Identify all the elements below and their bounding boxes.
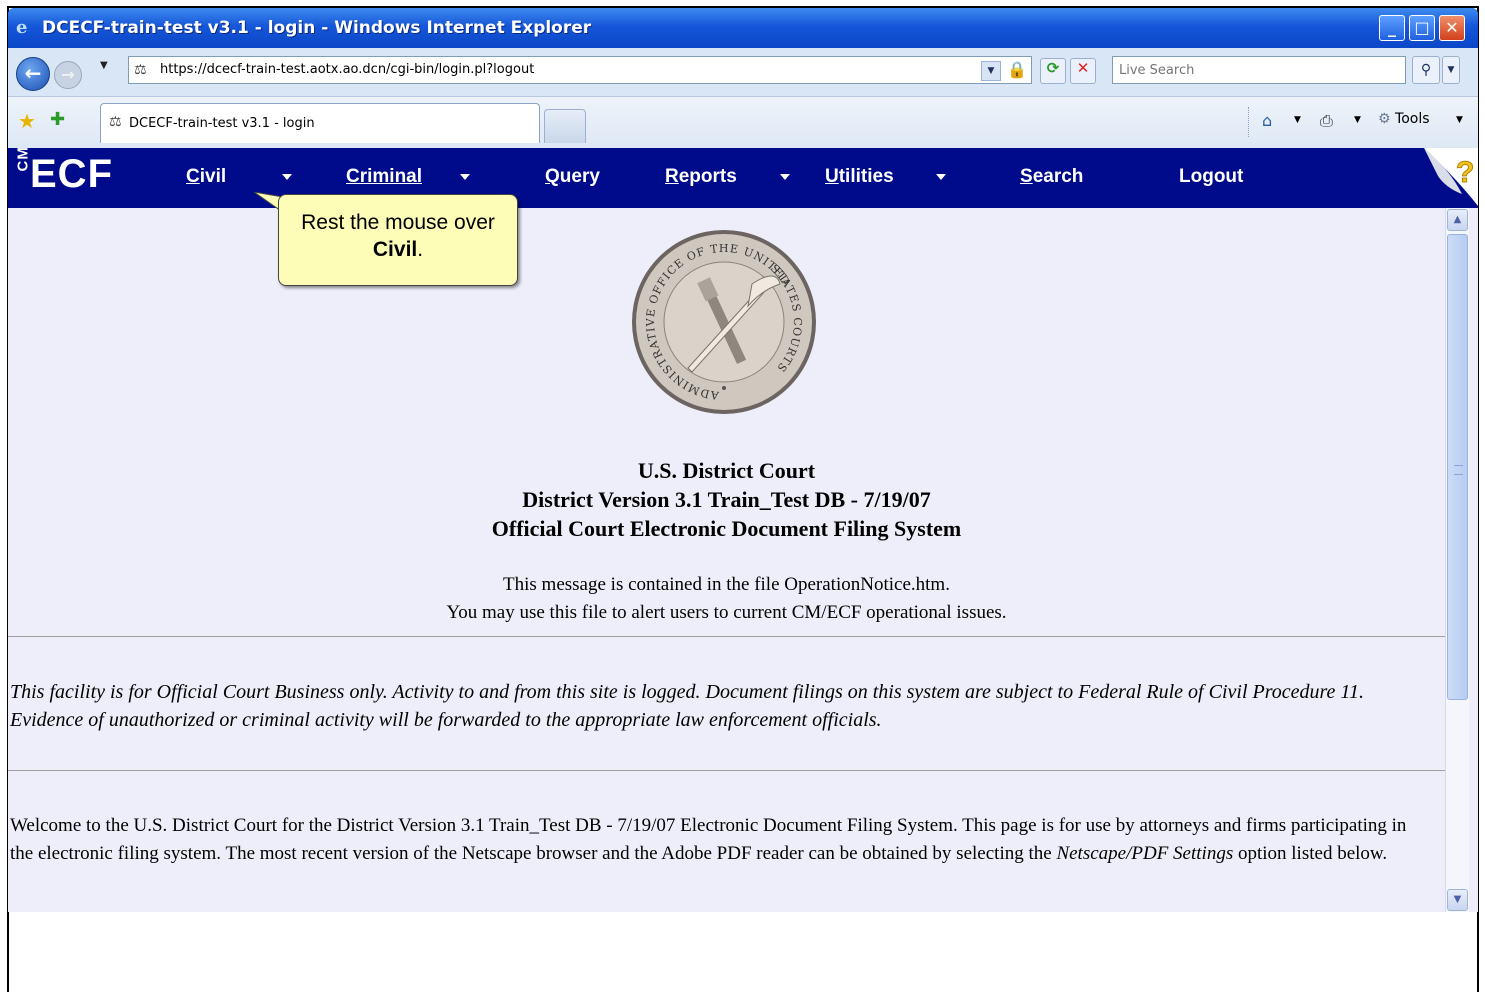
logo-text: ECF	[30, 152, 113, 196]
civil-dropdown-icon[interactable]	[282, 174, 292, 180]
menu-search[interactable]: Search	[1020, 166, 1083, 188]
tab-scales-icon: ⚖	[109, 114, 122, 130]
callout-civil: Civil	[372, 238, 418, 261]
url-text[interactable]: https://dcecf-train-test.aotx.ao.dcn/cgi…	[160, 62, 534, 77]
menu-reports[interactable]: Reports	[665, 166, 737, 188]
minimize-icon: _	[1388, 18, 1396, 37]
live-search-field[interactable]	[1112, 56, 1406, 84]
reports-dropdown-icon[interactable]	[780, 174, 790, 180]
lock-icon[interactable]: 🔒	[1007, 60, 1027, 79]
back-button[interactable]: ←	[16, 57, 50, 91]
print-icon[interactable]: ⎙	[1320, 111, 1333, 131]
site-scales-icon: ⚖	[134, 62, 147, 78]
favorites-star-icon[interactable]: ★	[18, 109, 36, 133]
menu-search-accesskey: S	[1020, 166, 1033, 187]
maximize-icon: □	[1414, 18, 1430, 37]
menu-reports-accesskey: R	[665, 166, 679, 187]
court-title-line1: U.S. District Court	[637, 458, 816, 483]
netscape-pdf-settings-text: Netscape/PDF Settings	[1056, 843, 1234, 864]
callout-line1: Rest the mouse over	[301, 211, 495, 234]
live-search-input[interactable]	[1113, 57, 1405, 83]
minimize-button[interactable]: _	[1379, 15, 1405, 41]
instruction-callout: Rest the mouse over Civil.	[278, 194, 518, 286]
menu-criminal-label: Criminal	[346, 166, 423, 187]
help-question-mark: ?	[1456, 156, 1474, 189]
menu-query[interactable]: Query	[545, 166, 600, 188]
callout-period: .	[417, 238, 424, 261]
gear-icon: ⚙	[1378, 111, 1391, 127]
address-field[interactable]: ⚖ https://dcecf-train-test.aotx.ao.dcn/c…	[128, 56, 1032, 84]
scroll-grip	[1454, 465, 1463, 475]
court-title-line3: Official Court Electronic Document Filin…	[491, 516, 962, 541]
tools-button[interactable]: ⚙ Tools	[1378, 111, 1430, 127]
address-dropdown-icon[interactable]: ▼	[981, 61, 1001, 81]
callout-line2: Civil.	[279, 236, 517, 263]
menu-utilities-accesskey: U	[825, 166, 839, 187]
menu-civil[interactable]: Civil	[186, 166, 226, 188]
menu-reports-label: eports	[678, 166, 737, 187]
vertical-scrollbar[interactable]: ▲ ▼	[1445, 208, 1469, 912]
address-toolbar: ← → ▼ ⚖ https://dcecf-train-test.aotx.ao…	[8, 48, 1478, 102]
administrative-office-seal: OFFICE OF THE UNITED ADMINISTRATIVE STAT…	[632, 230, 816, 414]
menu-logout[interactable]: Logout	[1179, 166, 1243, 188]
scroll-down-arrow-icon[interactable]: ▼	[1447, 889, 1468, 911]
maximize-button[interactable]: □	[1409, 15, 1435, 41]
menu-criminal[interactable]: Criminal	[346, 166, 422, 188]
window-title: DCECF-train-test v3.1 - login - Windows …	[42, 18, 592, 38]
official-use-warning: This facility is for Official Court Busi…	[10, 681, 1364, 731]
utilities-dropdown-icon[interactable]	[936, 174, 946, 180]
divider-bottom	[8, 770, 1445, 771]
logo-prefix: CM	[14, 146, 32, 172]
history-dropdown-icon[interactable]: ▼	[100, 60, 108, 71]
court-title-line2: District Version 3.1 Train_Test DB - 7/1…	[522, 487, 931, 512]
notice-line1: This message is contained in the file Op…	[503, 574, 950, 595]
menu-civil-accesskey: C	[186, 166, 200, 187]
notice-line2: You may use this file to alert users to …	[446, 602, 1007, 623]
stop-button[interactable]: ✕	[1070, 58, 1096, 84]
ecf-menu-bar: CMECF Civil Criminal Query Reports Utili…	[8, 146, 1478, 208]
menu-search-label: earch	[1032, 166, 1084, 187]
new-tab-button[interactable]	[544, 109, 586, 143]
welcome-paragraph: Welcome to the U.S. District Court for t…	[10, 812, 1430, 868]
toolbar-separator	[1248, 107, 1250, 137]
menu-utilities-label: tilities	[838, 166, 894, 187]
scroll-up-arrow-icon[interactable]: ▲	[1447, 209, 1468, 231]
tools-dropdown-icon[interactable]: ▼	[1456, 115, 1463, 125]
tools-label: Tools	[1395, 111, 1430, 127]
menu-utilities[interactable]: Utilities	[825, 166, 894, 188]
cmecf-logo: CMECF	[14, 146, 113, 197]
refresh-button[interactable]: ⟳	[1040, 58, 1066, 84]
ie-logo-icon: e	[16, 17, 28, 38]
close-button[interactable]: ✕	[1439, 15, 1465, 41]
criminal-dropdown-icon[interactable]	[460, 174, 470, 180]
print-dropdown-icon[interactable]: ▼	[1354, 115, 1361, 125]
scroll-thumb[interactable]	[1447, 234, 1468, 700]
home-icon[interactable]: ⌂	[1262, 111, 1272, 130]
divider-top	[8, 636, 1445, 637]
home-dropdown-icon[interactable]: ▼	[1294, 115, 1301, 125]
menu-civil-label: ivil	[199, 166, 227, 187]
menu-query-accesskey: Q	[545, 166, 560, 187]
add-favorite-icon[interactable]: ✚	[50, 109, 65, 130]
tab-label: DCECF-train-test v3.1 - login	[129, 116, 315, 131]
help-icon[interactable]: ?	[1416, 148, 1478, 208]
welcome-text-end: option listed below.	[1233, 843, 1388, 864]
menu-logout-label: Logout	[1179, 166, 1244, 187]
search-icon[interactable]: ⚲	[1412, 56, 1440, 84]
tab-login[interactable]: ⚖ DCECF-train-test v3.1 - login	[100, 103, 540, 143]
page-content: CMECF Civil Criminal Query Reports Utili…	[8, 146, 1478, 912]
forward-button[interactable]: →	[54, 61, 82, 89]
menu-query-label: uery	[559, 166, 600, 187]
browser-window: e DCECF-train-test v3.1 - login - Window…	[8, 8, 1478, 912]
title-bar[interactable]: e DCECF-train-test v3.1 - login - Window…	[8, 8, 1478, 48]
tab-bar: ★ ✚ ⚖ DCECF-train-test v3.1 - login ⌂ ▼ …	[8, 96, 1478, 149]
close-icon: ✕	[1445, 18, 1459, 37]
search-options-dropdown-icon[interactable]: ▼	[1442, 56, 1460, 84]
